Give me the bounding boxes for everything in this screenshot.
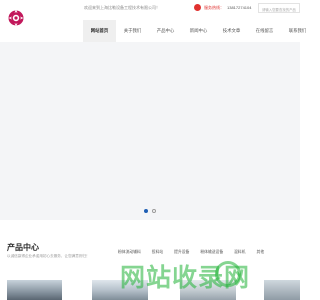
nav-item-news[interactable]: 新闻中心 bbox=[182, 20, 215, 42]
company-logo[interactable] bbox=[8, 9, 24, 27]
category-tab[interactable]: 粉体流动辅料 bbox=[118, 250, 141, 255]
hotline-label: 服务热线： bbox=[204, 5, 224, 10]
nav-item-home[interactable]: 网站首页 bbox=[83, 20, 116, 42]
watermark-circle-icon bbox=[215, 261, 241, 287]
category-tab[interactable]: 投料站 bbox=[152, 250, 163, 255]
category-tab[interactable]: 其他 bbox=[257, 250, 265, 255]
product-image[interactable] bbox=[264, 280, 300, 300]
search-input[interactable]: 请输入您要查找的产品 bbox=[258, 3, 300, 13]
slider-dot[interactable] bbox=[152, 209, 156, 213]
nav-item-about[interactable]: 关于我们 bbox=[116, 20, 149, 42]
slider-dot[interactable] bbox=[144, 209, 148, 213]
welcome-text: 欢迎来到上海比勒设备工程技术有限公司！ bbox=[84, 5, 160, 10]
slider-dots bbox=[0, 209, 300, 213]
phone-icon bbox=[194, 4, 201, 11]
category-tab[interactable]: 混料机 bbox=[234, 250, 245, 255]
banner-slider[interactable] bbox=[0, 42, 300, 220]
nav-item-contact[interactable]: 联系我们 bbox=[281, 20, 314, 42]
nav-item-products[interactable]: 产品中心 bbox=[149, 20, 182, 42]
main-nav: 网站首页 关于我们 产品中心 新闻中心 技术文章 在线留言 联系我们 bbox=[83, 20, 314, 42]
hotline-number: 13817274104 bbox=[227, 5, 252, 10]
category-tab[interactable]: 提升设备 bbox=[174, 250, 189, 255]
product-image[interactable] bbox=[7, 280, 62, 300]
category-tab[interactable]: 粉体输送设备 bbox=[200, 250, 223, 255]
nav-item-articles[interactable]: 技术文章 bbox=[215, 20, 248, 42]
category-tabs: 粉体流动辅料 投料站 提升设备 粉体输送设备 混料机 其他 bbox=[118, 250, 275, 255]
section-subtitle: 以诚信赢得企业承诺用初心去服务，让您满意则归！ bbox=[7, 254, 90, 258]
top-bar: 欢迎来到上海比勒设备工程技术有限公司！ 服务热线： 13817274104 请输… bbox=[0, 0, 306, 42]
section-title: 产品中心 bbox=[7, 243, 39, 252]
nav-item-message[interactable]: 在线留言 bbox=[248, 20, 281, 42]
